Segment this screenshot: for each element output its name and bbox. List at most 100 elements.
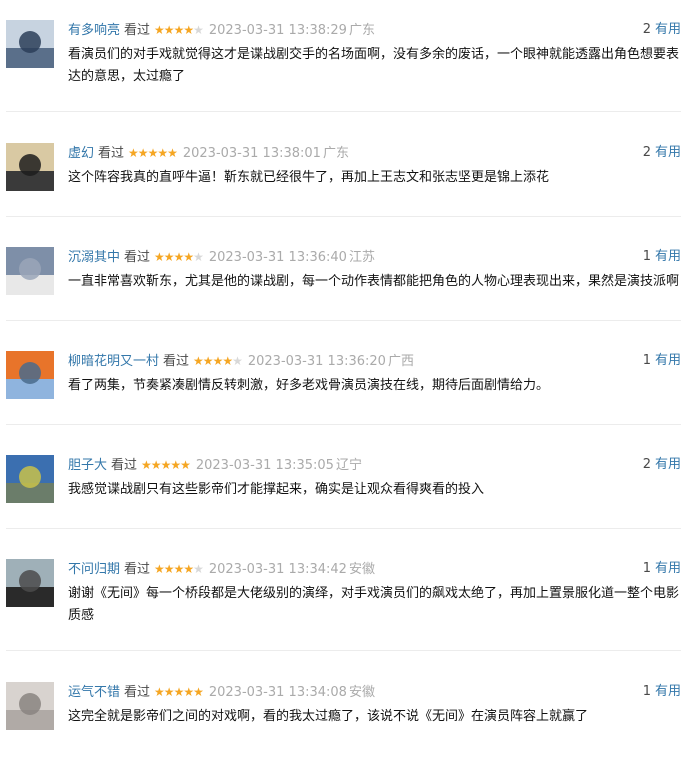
watch-status: 看过 — [124, 23, 151, 38]
avatar[interactable] — [6, 455, 54, 503]
star-filled-icon: ★ — [160, 458, 172, 472]
review-location: 安徽 — [348, 685, 375, 700]
watch-status: 看过 — [124, 562, 151, 577]
avatar-image — [6, 247, 54, 295]
review-body: 有多响亮 看过 ★★★★★ 2023-03-31 13:38:29 广东 2 有用 看演员们的… — [68, 20, 681, 88]
username-link[interactable]: 沉溺其中 — [68, 250, 120, 265]
votes-area: 1 有用 — [643, 247, 681, 267]
watch-status: 看过 — [98, 146, 125, 161]
vote-count: 2 — [642, 145, 651, 160]
rating-stars: ★★★★★ — [154, 23, 204, 37]
avatar[interactable] — [6, 247, 54, 295]
star-filled-icon: ★ — [173, 23, 185, 37]
review-item: 虚幻 看过 ★★★★★ 2023-03-31 13:38:01 广东 2 有用 这个阵容我真的… — [6, 143, 681, 229]
review-meta: 虚幻 看过 ★★★★★ 2023-03-31 13:38:01 广东 2 有用 — [68, 143, 681, 163]
review-location: 辽宁 — [335, 458, 362, 473]
vote-count: 2 — [642, 457, 651, 472]
star-filled-icon: ★ — [154, 23, 165, 37]
star-empty-icon: ★ — [193, 562, 204, 576]
avatar-image — [6, 351, 54, 399]
star-filled-icon: ★ — [137, 146, 149, 160]
review-item: 柳暗花明又一村 看过 ★★★★★ 2023-03-31 13:36:20 广西 1 有用 看了… — [6, 351, 681, 437]
useful-button[interactable]: 有用 — [655, 353, 681, 368]
divider — [6, 216, 681, 217]
star-filled-icon: ★ — [183, 562, 194, 576]
votes-area: 1 有用 — [643, 682, 681, 702]
review-time: 2023-03-31 13:34:08 — [208, 685, 347, 700]
star-filled-icon: ★ — [163, 23, 175, 37]
username-link[interactable]: 不问归期 — [68, 562, 120, 577]
star-filled-icon: ★ — [183, 685, 194, 699]
review-text: 一直非常喜欢靳东，尤其是他的谍战剧，每一个动作表情都能把角色的人物心理表现出来，… — [68, 274, 680, 289]
review-location: 广东 — [322, 146, 349, 161]
username-link[interactable]: 有多响亮 — [68, 23, 120, 38]
avatar[interactable] — [6, 351, 54, 399]
rating-stars: ★★★★★ — [154, 250, 204, 264]
star-filled-icon: ★ — [163, 562, 175, 576]
review-item: 运气不错 看过 ★★★★★ 2023-03-31 13:34:08 安徽 1 有用 这完全就是… — [6, 682, 681, 760]
useful-button[interactable]: 有用 — [655, 561, 681, 576]
star-filled-icon: ★ — [183, 250, 194, 264]
vote-count: 1 — [642, 353, 651, 368]
review-meta: 沉溺其中 看过 ★★★★★ 2023-03-31 13:36:40 江苏 1 有用 — [68, 247, 681, 267]
votes-area: 2 有用 — [643, 143, 681, 163]
rating-stars: ★★★★★ — [154, 562, 204, 576]
review-time: 2023-03-31 13:36:20 — [247, 354, 386, 369]
review-text: 我感觉谍战剧只有这些影帝们才能撑起来，确实是让观众看得爽看的投入 — [68, 482, 485, 497]
useful-button[interactable]: 有用 — [655, 684, 681, 699]
username-link[interactable]: 胆子大 — [68, 458, 107, 473]
star-filled-icon: ★ — [163, 685, 175, 699]
star-filled-icon: ★ — [222, 354, 233, 368]
divider — [6, 650, 681, 651]
review-meta: 胆子大 看过 ★★★★★ 2023-03-31 13:35:05 辽宁 2 有用 — [68, 455, 681, 475]
watch-status: 看过 — [124, 250, 151, 265]
review-meta: 运气不错 看过 ★★★★★ 2023-03-31 13:34:08 安徽 1 有用 — [68, 682, 681, 702]
star-empty-icon: ★ — [193, 250, 204, 264]
star-filled-icon: ★ — [141, 458, 152, 472]
review-location: 广西 — [387, 354, 414, 369]
useful-button[interactable]: 有用 — [655, 249, 681, 264]
watch-status: 看过 — [111, 458, 138, 473]
useful-button[interactable]: 有用 — [655, 457, 681, 472]
avatar-image — [6, 682, 54, 730]
review-text: 看演员们的对手戏就觉得这才是谍战剧交手的名场面啊，没有多余的废话，一个眼神就能透… — [68, 47, 680, 84]
star-filled-icon: ★ — [173, 250, 185, 264]
star-filled-icon: ★ — [147, 146, 159, 160]
votes-area: 1 有用 — [643, 351, 681, 371]
review-time: 2023-03-31 13:38:29 — [208, 23, 347, 38]
avatar[interactable] — [6, 559, 54, 607]
star-filled-icon: ★ — [128, 146, 139, 160]
rating-stars: ★★★★★ — [193, 354, 243, 368]
username-link[interactable]: 运气不错 — [68, 685, 120, 700]
star-filled-icon: ★ — [173, 562, 185, 576]
review-text: 这完全就是影帝们之间的对戏啊，看的我太过瘾了，该说不说《无间》在演员阵容上就赢了 — [68, 709, 589, 724]
review-meta: 有多响亮 看过 ★★★★★ 2023-03-31 13:38:29 广东 2 有用 — [68, 20, 681, 40]
avatar[interactable] — [6, 143, 54, 191]
useful-button[interactable]: 有用 — [655, 22, 681, 37]
review-item: 不问归期 看过 ★★★★★ 2023-03-31 13:34:42 安徽 1 有用 谢谢《无间… — [6, 559, 681, 663]
username-link[interactable]: 虚幻 — [68, 146, 94, 161]
review-text: 谢谢《无间》每一个桥段都是大佬级别的演绎，对手戏演员们的飙戏太绝了，再加上置景服… — [68, 586, 680, 623]
useful-button[interactable]: 有用 — [655, 145, 681, 160]
review-location: 广东 — [348, 23, 375, 38]
review-body: 胆子大 看过 ★★★★★ 2023-03-31 13:35:05 辽宁 2 有用 我感觉谍战剧… — [68, 455, 681, 501]
star-filled-icon: ★ — [173, 685, 185, 699]
vote-count: 1 — [642, 684, 651, 699]
avatar[interactable] — [6, 682, 54, 730]
review-location: 安徽 — [348, 562, 375, 577]
divider — [6, 320, 681, 321]
vote-count: 1 — [642, 561, 651, 576]
divider — [6, 111, 681, 112]
avatar[interactable] — [6, 20, 54, 68]
review-body: 沉溺其中 看过 ★★★★★ 2023-03-31 13:36:40 江苏 1 有用 一直非常喜… — [68, 247, 681, 293]
star-filled-icon: ★ — [154, 562, 165, 576]
star-filled-icon: ★ — [180, 458, 191, 472]
review-location: 江苏 — [348, 250, 375, 265]
star-filled-icon: ★ — [202, 354, 214, 368]
votes-area: 1 有用 — [643, 559, 681, 579]
star-filled-icon: ★ — [163, 250, 175, 264]
star-filled-icon: ★ — [212, 354, 224, 368]
username-link[interactable]: 柳暗花明又一村 — [68, 354, 159, 369]
star-filled-icon: ★ — [167, 146, 178, 160]
review-text: 看了两集，节奏紧凑剧情反转刺激，好多老戏骨演员演技在线，期待后面剧情给力。 — [68, 378, 550, 393]
